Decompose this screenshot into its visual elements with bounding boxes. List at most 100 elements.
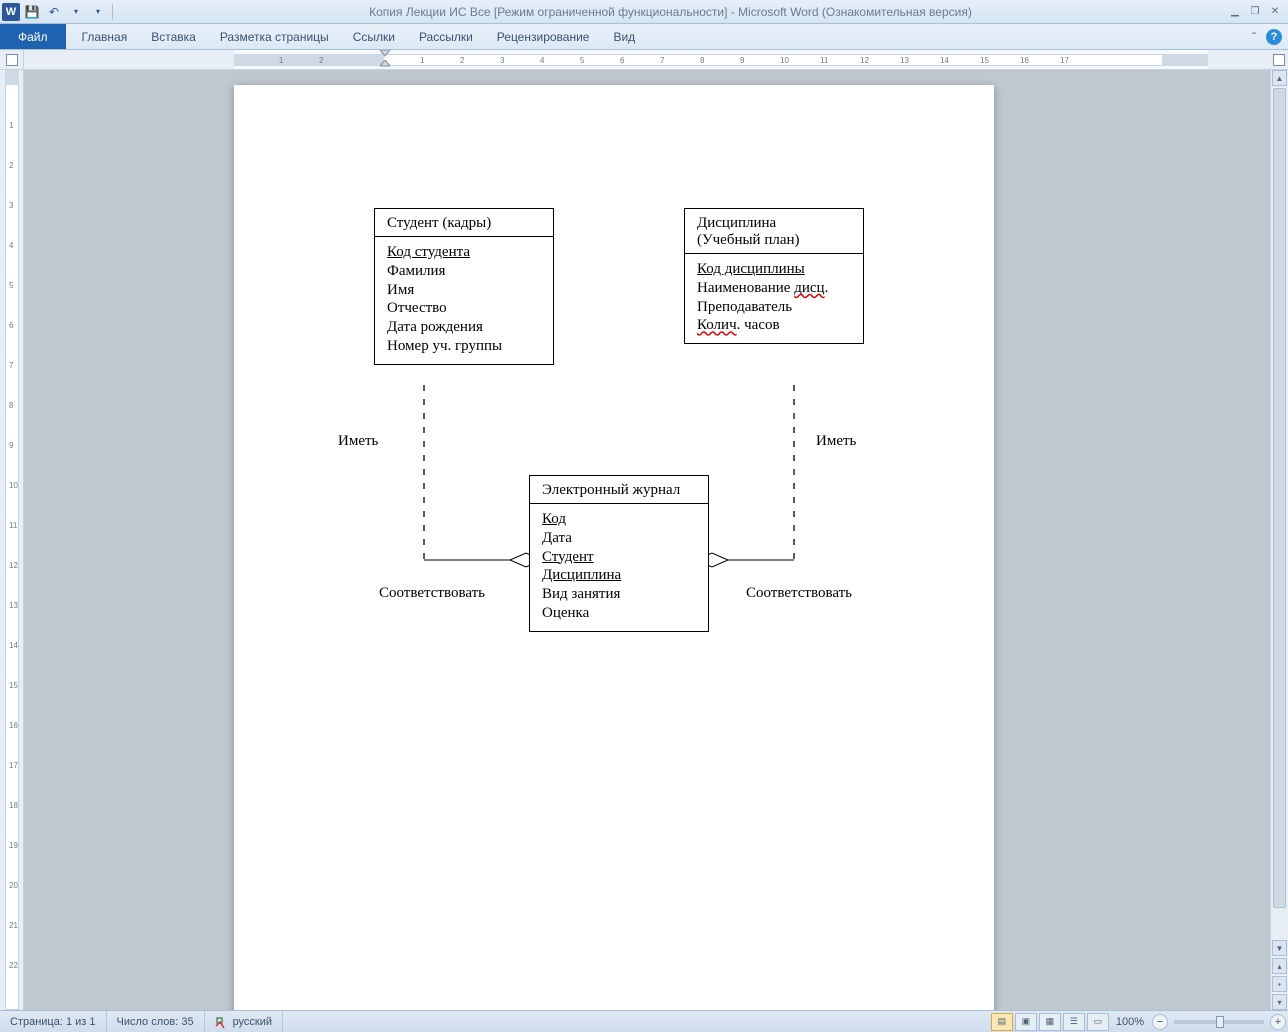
draft-icon: ▭ (1094, 1016, 1103, 1027)
entity-field: Вид занятия (542, 585, 696, 604)
prev-page-button[interactable]: ▴ (1272, 958, 1287, 974)
quick-access-toolbar: W 💾 ↶ ▾ ▾ (0, 2, 115, 22)
tab-page-layout[interactable]: Разметка страницы (208, 24, 341, 49)
entity-title: Дисциплина (Учебный план) (685, 209, 863, 254)
entity-discipline[interactable]: Дисциплина (Учебный план) Код дисциплины… (684, 208, 864, 344)
vertical-scrollbar[interactable]: ▲ ▼ ▴ • ▾ (1270, 70, 1288, 1010)
entity-field: Колич. часов (697, 316, 851, 335)
scroll-up-button[interactable]: ▲ (1272, 70, 1287, 86)
tab-view[interactable]: Вид (601, 24, 647, 49)
tab-insert[interactable]: Вставка (139, 24, 208, 49)
minimize-button[interactable]: ▁ (1226, 5, 1244, 19)
entity-body: Код Дата Студент Дисциплина Вид занятия … (530, 504, 708, 631)
undo-button[interactable]: ↶ (44, 2, 64, 22)
dropdown-icon: ▾ (96, 7, 100, 16)
entity-field: Наименование дисц. (697, 279, 851, 298)
scroll-down-button[interactable]: ▼ (1272, 940, 1287, 956)
relation-label: Иметь (338, 433, 378, 450)
entity-field: Дисциплина (542, 566, 696, 585)
titlebar: W 💾 ↶ ▾ ▾ Копия Лекции ИС Все [Режим огр… (0, 0, 1288, 24)
tab-references[interactable]: Ссылки (341, 24, 407, 49)
relation-label: Иметь (816, 433, 856, 450)
chevron-down-icon: ▾ (74, 7, 78, 16)
restore-button[interactable]: ❐ (1246, 5, 1264, 19)
scroll-thumb[interactable] (1273, 88, 1286, 908)
zoom-level[interactable]: 100% (1110, 1016, 1150, 1028)
word-app-icon[interactable]: W (2, 3, 20, 21)
zoom-slider[interactable] (1174, 1020, 1264, 1024)
zoom-in-button[interactable]: + (1270, 1014, 1286, 1030)
zoom-slider-thumb[interactable] (1216, 1016, 1224, 1028)
horizontal-ruler[interactable]: 211234567891011121314151617 (234, 50, 1208, 69)
plus-icon: + (1275, 1016, 1281, 1028)
entity-student[interactable]: Студент (кадры) Код студента Фамилия Имя… (374, 208, 554, 365)
entity-key: Код (542, 510, 696, 529)
entity-field: Номер уч. группы (387, 337, 541, 356)
zoom-out-button[interactable]: − (1152, 1014, 1168, 1030)
print-layout-icon: ▤ (998, 1016, 1007, 1027)
status-page[interactable]: Страница: 1 из 1 (0, 1011, 107, 1032)
entity-field: Студент (542, 548, 696, 567)
entity-field: Имя (387, 281, 541, 300)
status-right: ▤ ▣ ▦ ☰ ▭ 100% − + (990, 1011, 1288, 1032)
view-web-layout[interactable]: ▦ (1039, 1013, 1061, 1031)
help-button[interactable]: ? (1266, 29, 1282, 45)
window-title: Копия Лекции ИС Все [Режим ограниченной … (115, 5, 1226, 19)
redo-dropdown[interactable]: ▾ (66, 2, 86, 22)
entity-field: Дата рождения (387, 318, 541, 337)
close-icon: ✕ (1271, 6, 1279, 17)
hanging-indent-icon[interactable] (380, 60, 390, 69)
statusbar: Страница: 1 из 1 Число слов: 35 русский … (0, 1010, 1288, 1032)
ruler-row: 211234567891011121314151617 (0, 50, 1288, 70)
undo-icon: ↶ (49, 5, 59, 19)
relation-label: Соответствовать (746, 585, 852, 602)
window-controls: ▁ ❐ ✕ (1226, 5, 1288, 19)
entity-journal[interactable]: Электронный журнал Код Дата Студент Дисц… (529, 475, 709, 632)
minimize-icon: ▁ (1231, 6, 1239, 17)
ribbon: Файл Главная Вставка Разметка страницы С… (0, 24, 1288, 50)
tab-selector[interactable] (0, 50, 24, 69)
entity-key: Код дисциплины (697, 260, 851, 279)
save-icon: 💾 (25, 5, 40, 19)
ribbon-minimize-button[interactable]: ˇ (1246, 29, 1262, 45)
outline-icon: ☰ (1070, 1016, 1078, 1027)
tab-file[interactable]: Файл (0, 24, 66, 49)
vertical-ruler[interactable]: 12345678910111213141516171819202122 (0, 70, 24, 1010)
view-outline[interactable]: ☰ (1063, 1013, 1085, 1031)
document-area[interactable]: Студент (кадры) Код студента Фамилия Имя… (24, 70, 1270, 1010)
view-full-screen[interactable]: ▣ (1015, 1013, 1037, 1031)
tab-review[interactable]: Рецензирование (485, 24, 602, 49)
entity-key: Код студента (387, 243, 541, 262)
view-draft[interactable]: ▭ (1087, 1013, 1109, 1031)
restore-icon: ❐ (1251, 6, 1260, 17)
page[interactable]: Студент (кадры) Код студента Фамилия Имя… (234, 85, 994, 1010)
first-line-indent-icon[interactable] (380, 50, 390, 60)
next-page-button[interactable]: ▾ (1272, 994, 1287, 1010)
tab-home[interactable]: Главная (70, 24, 140, 49)
workspace: 12345678910111213141516171819202122 Студ… (0, 70, 1288, 1010)
close-button[interactable]: ✕ (1266, 5, 1284, 19)
entity-title: Студент (кадры) (375, 209, 553, 237)
entity-field: Фамилия (387, 262, 541, 281)
relation-label: Соответствовать (379, 585, 485, 602)
web-layout-icon: ▦ (1046, 1016, 1055, 1027)
entity-field: Отчество (387, 299, 541, 318)
status-language[interactable]: русский (205, 1011, 283, 1032)
ruler-toggle[interactable] (1270, 50, 1288, 69)
view-print-layout[interactable]: ▤ (991, 1013, 1013, 1031)
browse-object-button[interactable]: • (1272, 976, 1287, 992)
minus-icon: − (1157, 1016, 1163, 1028)
full-screen-icon: ▣ (1022, 1016, 1031, 1027)
entity-field: Дата (542, 529, 696, 548)
entity-title: Электронный журнал (530, 476, 708, 504)
customize-qat[interactable]: ▾ (88, 2, 108, 22)
entity-body: Код дисциплины Наименование дисц. Препод… (685, 254, 863, 343)
spellcheck-icon (215, 1015, 229, 1029)
entity-field: Оценка (542, 604, 696, 623)
save-button[interactable]: 💾 (22, 2, 42, 22)
help-icon: ? (1271, 31, 1278, 43)
entity-body: Код студента Фамилия Имя Отчество Дата р… (375, 237, 553, 364)
status-word-count[interactable]: Число слов: 35 (107, 1011, 205, 1032)
tab-mailings[interactable]: Рассылки (407, 24, 485, 49)
entity-field: Преподаватель (697, 298, 851, 317)
